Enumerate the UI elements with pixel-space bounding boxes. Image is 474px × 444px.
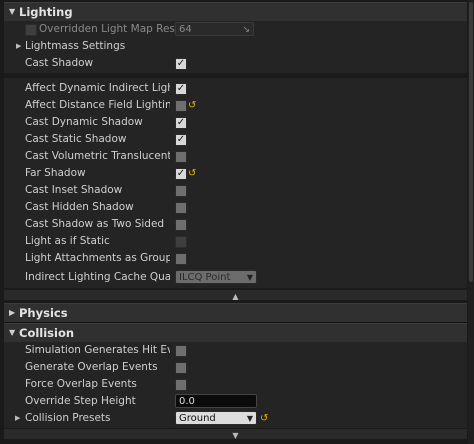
collision-group: Simulation Generates Hit Events Generate… — [4, 342, 467, 428]
force-overlap-row: Force Overlap Events — [4, 376, 467, 393]
collision-title: Collision — [19, 326, 75, 340]
indirect-cache-label: Indirect Lighting Cache Quality — [25, 271, 170, 283]
sim-hit-events-label: Simulation Generates Hit Events — [25, 344, 170, 356]
sim-hit-events-checkbox[interactable] — [175, 345, 187, 357]
collision-presets-row: ▶ Collision Presets Ground ▼ ↺ — [4, 410, 467, 427]
advanced-lighting-label: Cast Static Shadow — [25, 133, 127, 145]
advanced-lighting-label: Affect Distance Field Lighting — [25, 99, 170, 111]
lightmass-settings-label: Lightmass Settings — [25, 40, 126, 52]
physics-category-header[interactable]: ▶ Physics — [4, 303, 467, 323]
collapse-arrow-icon[interactable]: ▼ — [9, 324, 15, 342]
step-height-row: Override Step Height 0.0 — [4, 393, 467, 410]
collapse-arrow-icon[interactable]: ▼ — [9, 3, 15, 21]
force-overlap-checkbox[interactable] — [175, 379, 187, 391]
indirect-cache-combo[interactable]: ILCQ Point ▼ — [175, 270, 257, 284]
indirect-cache-row: Indirect Lighting Cache Quality ILCQ Poi… — [4, 269, 467, 286]
advanced-lighting-checkbox[interactable] — [175, 151, 187, 163]
advanced-lighting-label: Cast Dynamic Shadow — [25, 116, 143, 128]
generate-overlap-label: Generate Overlap Events — [25, 361, 158, 373]
overridden-lightmap-field[interactable]: 64 ↘ — [175, 22, 254, 36]
advanced-lighting-label: Cast Shadow as Two Sided — [25, 218, 165, 230]
group-separator — [4, 73, 467, 76]
advanced-lighting-label: Light Attachments as Group — [25, 252, 170, 264]
generate-overlap-row: Generate Overlap Events — [4, 359, 467, 376]
lighting-title: Lighting — [19, 5, 73, 19]
advanced-lighting-checkbox[interactable] — [175, 219, 187, 231]
overridden-lightmap-row: Overridden Light Map Res 64 ↘ — [4, 21, 467, 38]
collision-presets-label: Collision Presets — [25, 412, 111, 424]
lighting-advanced-group: Affect Dynamic Indirect Lighting✓Affect … — [4, 78, 467, 288]
advanced-lighting-checkbox[interactable] — [175, 253, 187, 265]
advanced-lighting-checkbox[interactable]: ✓ — [175, 168, 187, 180]
advanced-lighting-checkbox[interactable] — [175, 100, 187, 112]
advanced-lighting-row: Cast Volumetric Translucent Shadow — [4, 148, 467, 165]
advanced-lighting-row: Light as if Static — [4, 233, 467, 250]
advanced-toggle[interactable]: ▲ — [4, 290, 467, 301]
cast-shadow-row: Cast Shadow ✓ — [4, 55, 467, 72]
sim-hit-events-row: Simulation Generates Hit Events — [4, 342, 467, 359]
force-overlap-label: Force Overlap Events — [25, 378, 137, 390]
lighting-category-header[interactable]: ▼ Lighting — [4, 2, 467, 22]
lightmass-settings-row[interactable]: ▶ Lightmass Settings — [4, 38, 467, 55]
collision-presets-combo[interactable]: Ground ▼ — [175, 411, 257, 425]
drag-grip-icon: ↘ — [242, 25, 250, 35]
advanced-lighting-row: Light Attachments as Group — [4, 250, 467, 267]
advanced-lighting-checkbox[interactable]: ✓ — [175, 134, 187, 146]
lighting-basic-group: Overridden Light Map Res 64 ↘ ▶ Lightmas… — [4, 21, 467, 73]
advanced-lighting-row: Affect Dynamic Indirect Lighting ✓ — [4, 80, 467, 97]
chevron-down-icon: ▼ — [246, 273, 253, 282]
override-lightmap-checkbox[interactable] — [25, 24, 37, 36]
advanced-lighting-label: Cast Hidden Shadow — [25, 201, 134, 213]
advanced-lighting-label: Cast Volumetric Translucent Shadow — [25, 150, 170, 162]
step-height-label: Override Step Height — [25, 395, 136, 407]
advanced-lighting-checkbox[interactable] — [175, 236, 187, 248]
advanced-lighting-row: Cast Dynamic Shadow ✓ — [4, 114, 467, 131]
advanced-lighting-checkbox[interactable] — [175, 202, 187, 214]
details-panel: ▼ Lighting Overridden Light Map Res 64 ↘… — [0, 0, 474, 444]
advanced-lighting-label: Light as if Static — [25, 235, 110, 247]
cast-shadow-checkbox[interactable]: ✓ — [175, 58, 187, 70]
scrollbar-thumb[interactable] — [469, 2, 473, 282]
reset-arrow-icon[interactable]: ↺ — [188, 166, 196, 181]
chevron-up-icon[interactable]: ▲ — [232, 292, 238, 301]
advanced-lighting-row: Cast Inset Shadow — [4, 182, 467, 199]
collision-advanced-toggle[interactable]: ▼ — [4, 429, 467, 440]
generate-overlap-checkbox[interactable] — [175, 362, 187, 374]
cast-shadow-label: Cast Shadow — [25, 57, 94, 69]
advanced-lighting-row: Far Shadow ✓ ↺ — [4, 165, 467, 182]
expand-arrow-icon[interactable]: ▶ — [15, 410, 20, 427]
expand-arrow-icon[interactable]: ▶ — [9, 304, 15, 322]
chevron-down-icon: ▼ — [246, 414, 253, 423]
advanced-lighting-label: Cast Inset Shadow — [25, 184, 123, 196]
chevron-down-icon[interactable]: ▼ — [232, 431, 238, 440]
expand-arrow-icon[interactable]: ▶ — [16, 38, 21, 55]
reset-arrow-icon[interactable]: ↺ — [260, 411, 268, 426]
overridden-lightmap-label: Overridden Light Map Res — [39, 23, 175, 35]
physics-title: Physics — [19, 306, 68, 320]
advanced-lighting-row: Affect Distance Field Lighting ↺ — [4, 97, 467, 114]
step-height-field[interactable]: 0.0 — [175, 394, 257, 408]
advanced-lighting-row: Cast Shadow as Two Sided — [4, 216, 467, 233]
advanced-lighting-row: Cast Static Shadow ✓ — [4, 131, 467, 148]
scrollbar[interactable] — [468, 0, 474, 444]
advanced-lighting-label: Far Shadow — [25, 167, 86, 179]
advanced-lighting-checkbox[interactable]: ✓ — [175, 117, 187, 129]
advanced-lighting-checkbox[interactable] — [175, 185, 187, 197]
advanced-lighting-checkbox[interactable]: ✓ — [175, 83, 187, 95]
reset-arrow-icon[interactable]: ↺ — [188, 98, 196, 113]
collision-category-header[interactable]: ▼ Collision — [4, 323, 467, 343]
advanced-lighting-row: Cast Hidden Shadow — [4, 199, 467, 216]
advanced-lighting-label: Affect Dynamic Indirect Lighting — [25, 82, 170, 94]
